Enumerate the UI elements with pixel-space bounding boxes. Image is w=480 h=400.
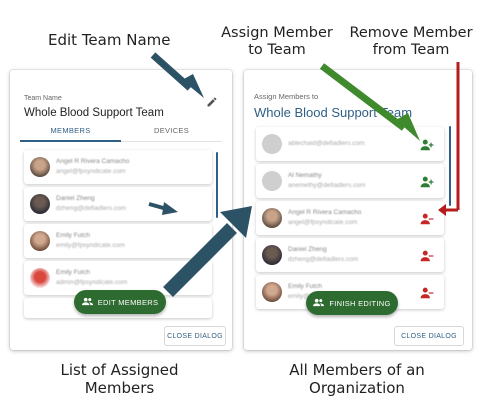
annotation-arrows: [148, 52, 460, 297]
arrow-edit-team-name: [150, 52, 204, 98]
arrow-assign-member: [319, 63, 420, 141]
arrow-open-all-members: [163, 206, 252, 297]
arrow-list-pointer: [148, 202, 178, 215]
arrow-remove-member: [438, 62, 460, 216]
